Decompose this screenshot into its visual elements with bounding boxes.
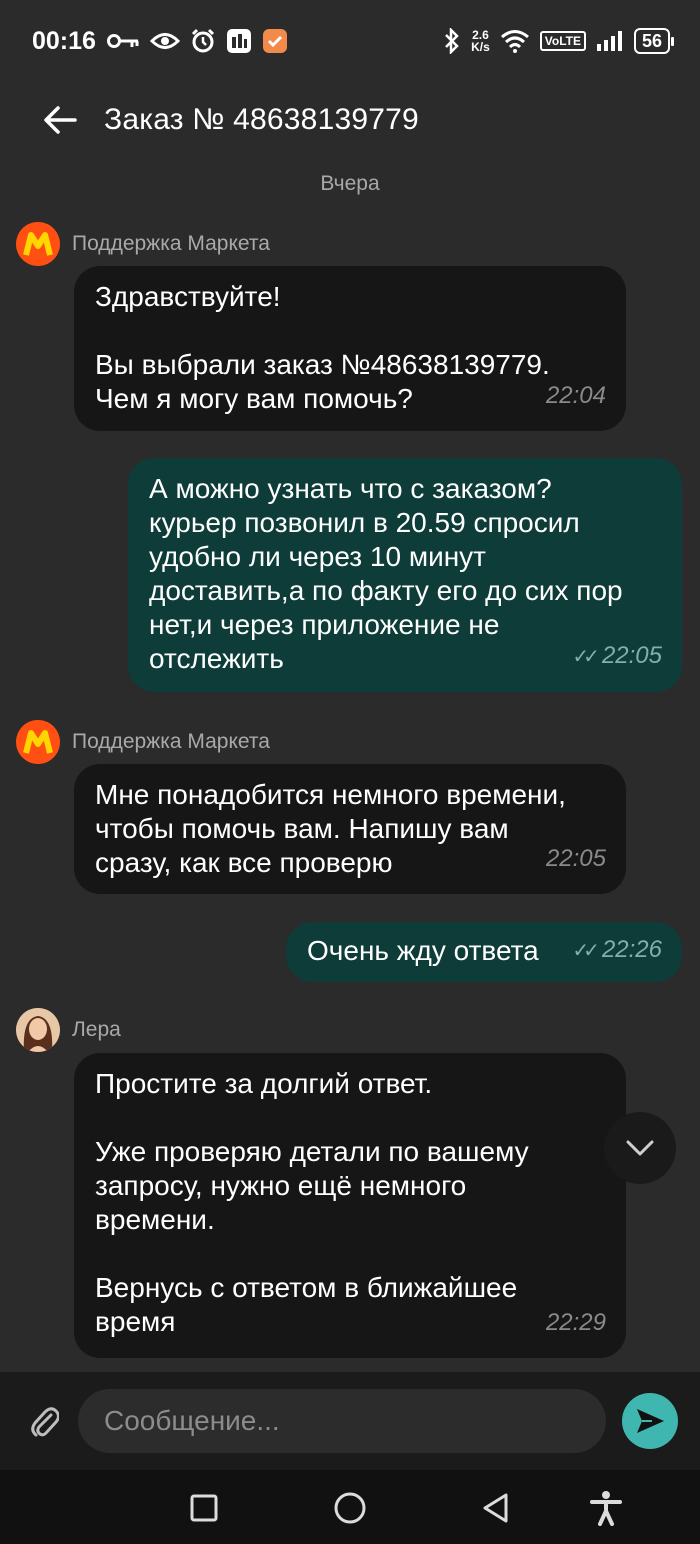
double-check-icon: ✓✓: [572, 940, 599, 962]
message-bubble-incoming[interactable]: Мне понадобится немного времени, чтобы п…: [74, 764, 626, 894]
chat-header: Заказ № 48638139779: [0, 82, 700, 158]
accessibility-icon: [590, 1491, 622, 1526]
message-time: 22:26: [601, 936, 662, 963]
scroll-to-bottom-button[interactable]: [604, 1112, 676, 1184]
status-right: 2.6 K/s VoLTE 56: [443, 28, 675, 54]
message-time: 22:05: [601, 642, 662, 669]
message-time: 22:05: [545, 845, 606, 872]
message-sender: Поддержка Маркета: [16, 222, 270, 266]
signal-icon: [596, 30, 624, 52]
message-bubble-incoming[interactable]: Здравствуйте! Вы выбрали заказ №48638139…: [74, 266, 626, 431]
alarm-icon: [190, 28, 216, 54]
avatar[interactable]: [16, 720, 60, 764]
recents-button[interactable]: [182, 1486, 226, 1530]
system-navigation-bar: [0, 1470, 700, 1544]
clock: 00:16: [32, 26, 96, 55]
date-separator: Вчера: [320, 172, 380, 195]
square-icon: [190, 1494, 218, 1522]
paperclip-icon: [31, 1407, 59, 1437]
chat-messages[interactable]: Вчера Поддержка Маркета Здравствуйте! Вы…: [0, 158, 700, 1372]
app-notification-icon: [226, 28, 252, 54]
arrow-left-icon: [44, 106, 77, 134]
eye-icon: [149, 31, 180, 51]
message-sender: Поддержка Маркета: [16, 720, 270, 764]
message-bubble-outgoing[interactable]: Очень жду ответа ✓✓ 22:26: [286, 922, 682, 982]
wifi-icon: [500, 29, 530, 53]
message-text: Здравствуйте! Вы выбрали заказ №48638139…: [95, 281, 550, 414]
accessibility-button[interactable]: [584, 1486, 628, 1530]
status-bar: 00:16 2.6 K/s VoLTE 56: [0, 0, 700, 82]
battery-indicator: 56: [633, 28, 675, 54]
double-check-icon: ✓✓: [572, 646, 599, 668]
triangle-back-icon: [483, 1493, 508, 1523]
net-speed-unit: K/s: [471, 40, 490, 54]
send-button[interactable]: [622, 1393, 678, 1449]
sender-name: Поддержка Маркета: [72, 730, 270, 753]
message-time-group: ✓✓ 22:26: [572, 933, 662, 968]
message-time: 22:29: [545, 1309, 606, 1336]
send-icon: [637, 1409, 664, 1433]
market-logo-icon: [16, 720, 60, 764]
avatar[interactable]: [16, 1008, 60, 1052]
message-bubble-incoming[interactable]: Простите за долгий ответ. Уже проверяю д…: [74, 1053, 626, 1358]
message-text: Мне понадобится немного времени, чтобы п…: [95, 779, 566, 878]
status-left: 00:16: [32, 27, 288, 56]
sender-name: Лера: [72, 1018, 121, 1041]
app-badge-icon: [262, 28, 288, 54]
page-title: Заказ № 48638139779: [104, 103, 419, 136]
message-input[interactable]: [78, 1389, 606, 1453]
home-button[interactable]: [328, 1486, 372, 1530]
avatar[interactable]: [16, 222, 60, 266]
market-logo-icon: [16, 222, 60, 266]
sender-name: Поддержка Маркета: [72, 232, 270, 255]
volte-badge: VoLTE: [539, 31, 586, 51]
net-speed: 2.6 K/s: [471, 29, 490, 53]
back-nav-button[interactable]: [474, 1486, 518, 1530]
message-time-group: ✓✓ 22:05: [572, 639, 662, 674]
bluetooth-icon: [443, 28, 461, 54]
message-sender: Лера: [16, 1008, 121, 1052]
message-time: 22:04: [545, 382, 606, 409]
circle-icon: [334, 1492, 366, 1524]
back-button[interactable]: [32, 92, 88, 148]
message-bubble-outgoing[interactable]: А можно узнать что с заказом? курьер поз…: [128, 458, 682, 692]
message-text: Простите за долгий ответ. Уже проверяю д…: [95, 1068, 529, 1337]
key-icon: [106, 33, 140, 49]
agent-avatar-icon: [16, 1008, 60, 1052]
chevron-down-icon: [626, 1140, 654, 1156]
message-composer: [0, 1372, 700, 1470]
attach-button[interactable]: [22, 1399, 66, 1443]
